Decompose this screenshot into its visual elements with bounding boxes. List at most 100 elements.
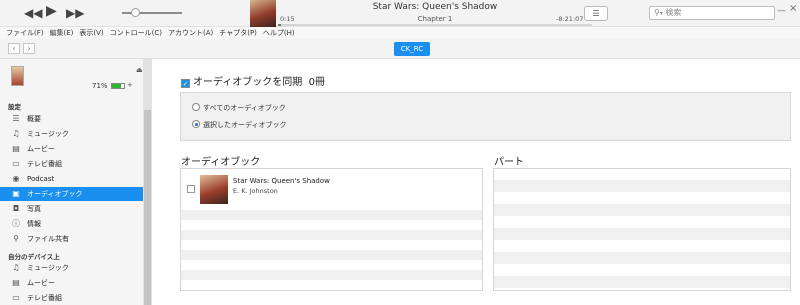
sidebar-device-item-label: ミュージック bbox=[27, 264, 69, 272]
sidebar-settings-item-label: ミュージック bbox=[27, 130, 69, 138]
previous-icon[interactable]: ◀◀ bbox=[24, 6, 42, 20]
option-selected-label: 選択したオーディオブック bbox=[203, 121, 287, 129]
sidebar-settings-item[interactable]: ▣ オーディオブック bbox=[0, 187, 143, 201]
progress-bar[interactable] bbox=[278, 24, 592, 26]
sidebar-device-item-label: ムービー bbox=[27, 279, 55, 287]
sidebar-device-item[interactable]: ▭ テレビ番組 bbox=[0, 291, 143, 305]
parts-heading: パート bbox=[494, 157, 524, 168]
podcast-icon: ◉ bbox=[12, 174, 20, 183]
sidebar-device-item[interactable]: ▤ ムービー bbox=[0, 276, 143, 290]
sidebar-settings-item[interactable]: ☰ 概要 bbox=[0, 112, 143, 126]
list-stripe bbox=[181, 230, 482, 240]
menu-account[interactable]: アカウント(A) bbox=[168, 29, 213, 37]
charging-icon: + bbox=[127, 81, 133, 89]
elapsed-time: 0:15 bbox=[280, 15, 295, 23]
audiobook-icon: ▣ bbox=[12, 189, 20, 198]
menu-bar: ファイル(F) 編集(E) 表示(V) コントロール(C) アカウント(A) チャプタ(P… bbox=[0, 27, 800, 39]
file-share-icon: ⚲ bbox=[13, 234, 19, 243]
sidebar-settings-item[interactable]: ▤ ムービー bbox=[0, 142, 143, 156]
list-stripe bbox=[181, 210, 482, 220]
sidebar-device-item-label: テレビ番組 bbox=[27, 294, 62, 302]
chevron-right-icon: › bbox=[27, 44, 31, 53]
device-image bbox=[11, 66, 24, 86]
music-icon: ♫ bbox=[12, 263, 20, 272]
sidebar-settings-item-label: 情報 bbox=[27, 220, 41, 228]
play-icon[interactable]: ▶ bbox=[46, 4, 57, 18]
sidebar-settings-item-label: オーディオブック bbox=[27, 190, 83, 198]
sidebar-section-settings: 設定 bbox=[8, 103, 21, 111]
option-all-audiobooks[interactable]: すべてのオーディオブック bbox=[192, 103, 286, 113]
radio-all[interactable] bbox=[192, 103, 200, 111]
sync-label: オーディオブックを同期 bbox=[193, 77, 303, 88]
sidebar-settings-item[interactable]: ◘ 写真 bbox=[0, 202, 143, 216]
menu-controls[interactable]: コントロール(C) bbox=[110, 29, 162, 37]
movie-icon: ▤ bbox=[12, 144, 20, 153]
sidebar-settings-item[interactable]: ◉ Podcast bbox=[0, 172, 143, 186]
audiobook-title: Star Wars: Queen's Shadow bbox=[233, 177, 330, 185]
battery-level bbox=[112, 84, 121, 88]
search-dropdown-icon: ▾ bbox=[659, 10, 663, 17]
sync-header: ✓ オーディオブックを同期 0冊 bbox=[181, 73, 325, 88]
menu-file[interactable]: ファイル(F) bbox=[6, 29, 44, 37]
summary-icon: ☰ bbox=[12, 114, 20, 123]
search-field[interactable]: ⚲▾ 検索 bbox=[649, 6, 775, 20]
option-all-label: すべてのオーディオブック bbox=[203, 104, 286, 112]
audiobook-artwork bbox=[200, 175, 228, 204]
menu-edit[interactable]: 編集(E) bbox=[50, 29, 74, 37]
sidebar-settings-item[interactable]: ▭ テレビ番組 bbox=[0, 157, 143, 171]
list-stripe bbox=[181, 290, 482, 291]
sidebar-scroll-thumb[interactable] bbox=[144, 110, 151, 305]
sidebar-settings-item-label: テレビ番組 bbox=[27, 160, 62, 168]
menu-help[interactable]: ヘルプ(H) bbox=[263, 29, 295, 37]
audiobook-author: E. K. Johnston bbox=[233, 187, 278, 195]
photo-icon: ◘ bbox=[12, 204, 20, 213]
list-stripe bbox=[181, 250, 482, 260]
device-button[interactable]: CK_RC bbox=[394, 42, 430, 56]
next-icon[interactable]: ▶▶ bbox=[66, 6, 84, 20]
search-input: 検索 bbox=[665, 8, 682, 17]
movie-icon: ▤ bbox=[12, 278, 20, 287]
back-button[interactable]: ‹ bbox=[8, 43, 20, 54]
sidebar-settings-item[interactable]: ⚲ ファイル共有 bbox=[0, 232, 143, 246]
tv-icon: ▭ bbox=[12, 293, 20, 302]
forward-button[interactable]: › bbox=[23, 43, 35, 54]
sidebar-settings-item-label: ムービー bbox=[27, 145, 55, 153]
sidebar-settings-item[interactable]: ♫ ミュージック bbox=[0, 127, 143, 141]
sidebar-settings-item-label: 写真 bbox=[27, 205, 41, 213]
volume-knob[interactable] bbox=[131, 8, 140, 17]
sync-options-box bbox=[180, 92, 791, 141]
sidebar-section-on-device: 自分のデバイス上 bbox=[8, 253, 60, 261]
menu-chapter[interactable]: チャプタ(P) bbox=[219, 29, 257, 37]
nav-bar: ‹ › CK_RC bbox=[0, 39, 800, 59]
audiobook-checkbox[interactable] bbox=[187, 185, 195, 193]
up-next-list-button[interactable]: ☰ bbox=[584, 6, 608, 21]
audiobooks-heading: オーディオブック bbox=[181, 157, 261, 168]
sidebar-device-item[interactable]: ♫ ミュージック bbox=[0, 261, 143, 275]
chevron-left-icon: ‹ bbox=[12, 44, 16, 53]
list-stripe bbox=[494, 276, 790, 288]
sidebar-settings-item[interactable]: ⓘ 情報 bbox=[0, 217, 143, 231]
menu-view[interactable]: 表示(V) bbox=[79, 29, 103, 37]
remaining-time: -8:21:07 bbox=[556, 15, 584, 23]
tv-icon: ▭ bbox=[12, 159, 20, 168]
now-playing-artwork bbox=[250, 0, 276, 27]
now-playing-chapter: Chapter 1 bbox=[417, 15, 453, 23]
list-stripe bbox=[494, 204, 790, 216]
radio-selected[interactable] bbox=[192, 120, 200, 128]
audiobook-row[interactable]: Star Wars: Queen's Shadow E. K. Johnston bbox=[181, 169, 482, 210]
battery-percent: 71% bbox=[92, 82, 108, 90]
list-stripe bbox=[494, 228, 790, 240]
minimize-icon[interactable]: — bbox=[777, 6, 786, 16]
info-icon: ⓘ bbox=[12, 219, 20, 228]
sidebar-settings-item-label: Podcast bbox=[27, 175, 55, 183]
player-toolbar: ◀◀ ▶ ▶▶ Star Wars: Queen's Shadow Chapte… bbox=[0, 0, 800, 27]
sync-checkbox[interactable]: ✓ bbox=[181, 79, 190, 88]
parts-list bbox=[493, 168, 791, 291]
music-icon: ♫ bbox=[12, 129, 20, 138]
close-icon[interactable]: × bbox=[789, 3, 797, 14]
sidebar-settings-item-label: ファイル共有 bbox=[27, 235, 69, 243]
eject-icon[interactable]: ⏏ bbox=[136, 66, 143, 74]
audiobooks-list: Star Wars: Queen's Shadow E. K. Johnston bbox=[180, 168, 483, 291]
option-selected-audiobooks[interactable]: 選択したオーディオブック bbox=[192, 120, 287, 130]
sync-count: 0冊 bbox=[308, 77, 326, 88]
